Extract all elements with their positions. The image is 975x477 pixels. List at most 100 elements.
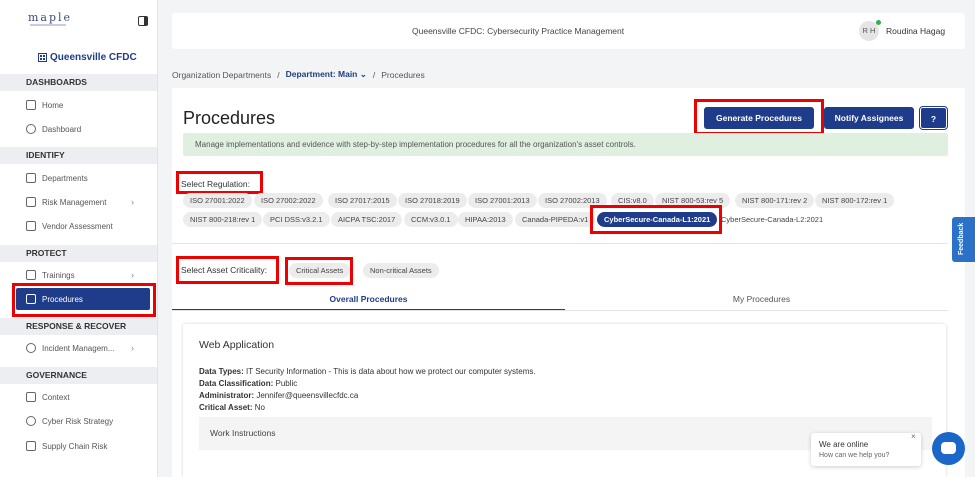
sidebar-item-label: Home [42,100,64,110]
administrator-label: Administrator: [199,391,255,400]
divider [172,243,948,244]
sidebar-item-label: Trainings [42,270,75,280]
sidebar-item-supply-chain[interactable]: Supply Chain Risk [26,439,107,453]
data-types-value: IT Security Information - This is data a… [246,367,536,376]
regulation-chip[interactable]: NIST 800-218:rev 1 [183,212,263,227]
sidebar-item-label: Cyber Risk Strategy [42,416,114,426]
regulation-chip[interactable]: PCI DSS:v3.2.1 [263,212,330,227]
regulation-chip[interactable]: NIST 800-53:rev 5 [655,193,731,208]
chat-icon [941,442,956,454]
regulation-chip[interactable]: HIPAA:2013 [458,212,513,227]
select-regulation-label: Select Regulation: [181,179,250,189]
chevron-down-icon: ⌄ [359,69,367,79]
logo: maple [28,11,73,24]
page-title: Procedures [183,108,276,128]
home-icon [26,100,36,110]
sidebar-item-cyber-strategy[interactable]: Cyber Risk Strategy [26,414,113,428]
breadcrumb-separator: / [277,69,280,80]
section-identify: IDENTIFY [0,147,157,164]
classification-label: Data Classification: [199,379,274,388]
chat-prompt[interactable]: We are online How can we help you? × [811,432,921,466]
logo-tagline [30,24,66,26]
sidebar-item-dashboard[interactable]: Dashboard [26,122,81,136]
user-name[interactable]: Roudina Hagag [886,26,945,36]
regulation-chip[interactable]: NIST 800-171:rev 2 [735,193,815,208]
sidebar-item-trainings[interactable]: Trainings › [26,268,134,282]
sidebar-item-label: Vendor Assessment [42,221,113,231]
regulation-chip[interactable]: CIS:v8.0 [611,193,654,208]
feedback-tab[interactable]: Feedback [952,217,975,262]
regulation-chip[interactable]: ISO 27001:2013 [468,193,537,208]
sidebar-collapse-icon[interactable] [138,16,148,26]
org-chart-icon [26,173,36,183]
top-header: Queensville CFDC: Cybersecurity Practice… [172,13,965,49]
regulation-chip-selected[interactable]: CyberSecure-Canada-L1:2021 [597,212,718,227]
sidebar-item-vendor[interactable]: Vendor Assessment [26,219,113,233]
asset-title: Web Application [199,339,275,351]
regulation-chip[interactable]: ISO 27018:2019 [398,193,467,208]
org-name[interactable]: Queensville CFDC [38,52,137,63]
strategy-icon [26,416,36,426]
sidebar-item-label: Departments [42,173,88,183]
regulation-chip[interactable]: ISO 27001:2022 [183,193,252,208]
online-status-dot [876,20,881,25]
regulation-chip[interactable]: ISO 27017:2015 [328,193,397,208]
procedures-icon [26,294,36,304]
regulation-chip[interactable]: CyberSecure-Canada-L2:2021 [714,212,830,227]
vendor-icon [26,221,36,231]
chat-line-2: How can we help you? [819,452,890,459]
sidebar-item-context[interactable]: Context [26,390,70,404]
header-title: Queensville CFDC: Cybersecurity Practice… [412,26,625,36]
data-types-label: Data Types: [199,367,244,376]
breadcrumb-department[interactable]: Department: Main ⌄ [286,69,367,80]
breadcrumb-root[interactable]: Organization Departments [172,70,271,80]
administrator-row: Administrator: Jennifer@queensvillecfdc.… [199,391,358,400]
tab-overall-procedures[interactable]: Overall Procedures [172,294,565,304]
regulation-chip[interactable]: NIST 800-172:rev 1 [815,193,895,208]
administrator-value: Jennifer@queensvillecfdc.ca [256,391,359,400]
tab-my-procedures[interactable]: My Procedures [565,294,958,304]
sidebar-item-home[interactable]: Home [26,98,63,112]
sidebar-item-label: Incident Managem... [42,343,115,353]
chat-launcher-button[interactable] [932,432,965,465]
tab-divider [172,310,948,311]
regulation-chip[interactable]: AICPA TSC:2017 [331,212,403,227]
breadcrumb: Organization Departments / Department: M… [172,69,425,80]
breadcrumb-current: Procedures [381,69,425,80]
chat-line-1: We are online [819,440,869,449]
training-icon [26,270,36,280]
sidebar-item-departments[interactable]: Departments [26,171,88,185]
sidebar-item-label: Context [42,392,70,402]
section-dashboards: DASHBOARDS [0,74,157,91]
sidebar-item-risk[interactable]: Risk Management › [26,195,134,209]
select-criticality-label: Select Asset Criticality: [181,265,267,275]
org-name-label: Queensville CFDC [50,52,137,63]
chevron-right-icon: › [131,343,134,353]
risk-icon [26,197,36,207]
sidebar-item-procedures[interactable]: Procedures [16,288,150,310]
notify-assignees-button[interactable]: Notify Assignees [824,107,914,129]
dashboard-icon [26,124,36,134]
sidebar-item-label: Dashboard [42,124,82,134]
feedback-label: Feedback [958,222,965,255]
department-label: Department: Main [285,69,358,79]
critical-asset-label: Critical Asset: [199,403,253,412]
regulation-chip[interactable]: CCM:v3.0.1 [404,212,458,227]
building-icon [38,53,47,62]
sidebar-item-label: Risk Management [42,197,107,207]
help-button[interactable]: ? [919,106,948,130]
criticality-chip-noncritical[interactable]: Non-critical Assets [363,263,439,278]
regulation-chip[interactable]: ISO 27002:2013 [538,193,607,208]
sidebar: maple Queensville CFDC DASHBOARDS Home D… [0,0,158,477]
regulation-chip[interactable]: Canada-PIPEDA:v1 [515,212,596,227]
regulation-chip[interactable]: ISO 27002:2022 [254,193,323,208]
section-protect: PROTECT [0,245,157,262]
chevron-right-icon: › [131,197,134,207]
close-icon[interactable]: × [911,432,916,441]
breadcrumb-separator: / [372,69,376,80]
generate-procedures-button[interactable]: Generate Procedures [704,107,814,129]
sidebar-item-label: Supply Chain Risk [42,441,108,451]
sidebar-item-incident[interactable]: Incident Managem... › [26,341,134,355]
criticality-chip-critical[interactable]: Critical Assets [289,263,351,278]
classification-row: Data Classification: Public [199,379,297,388]
